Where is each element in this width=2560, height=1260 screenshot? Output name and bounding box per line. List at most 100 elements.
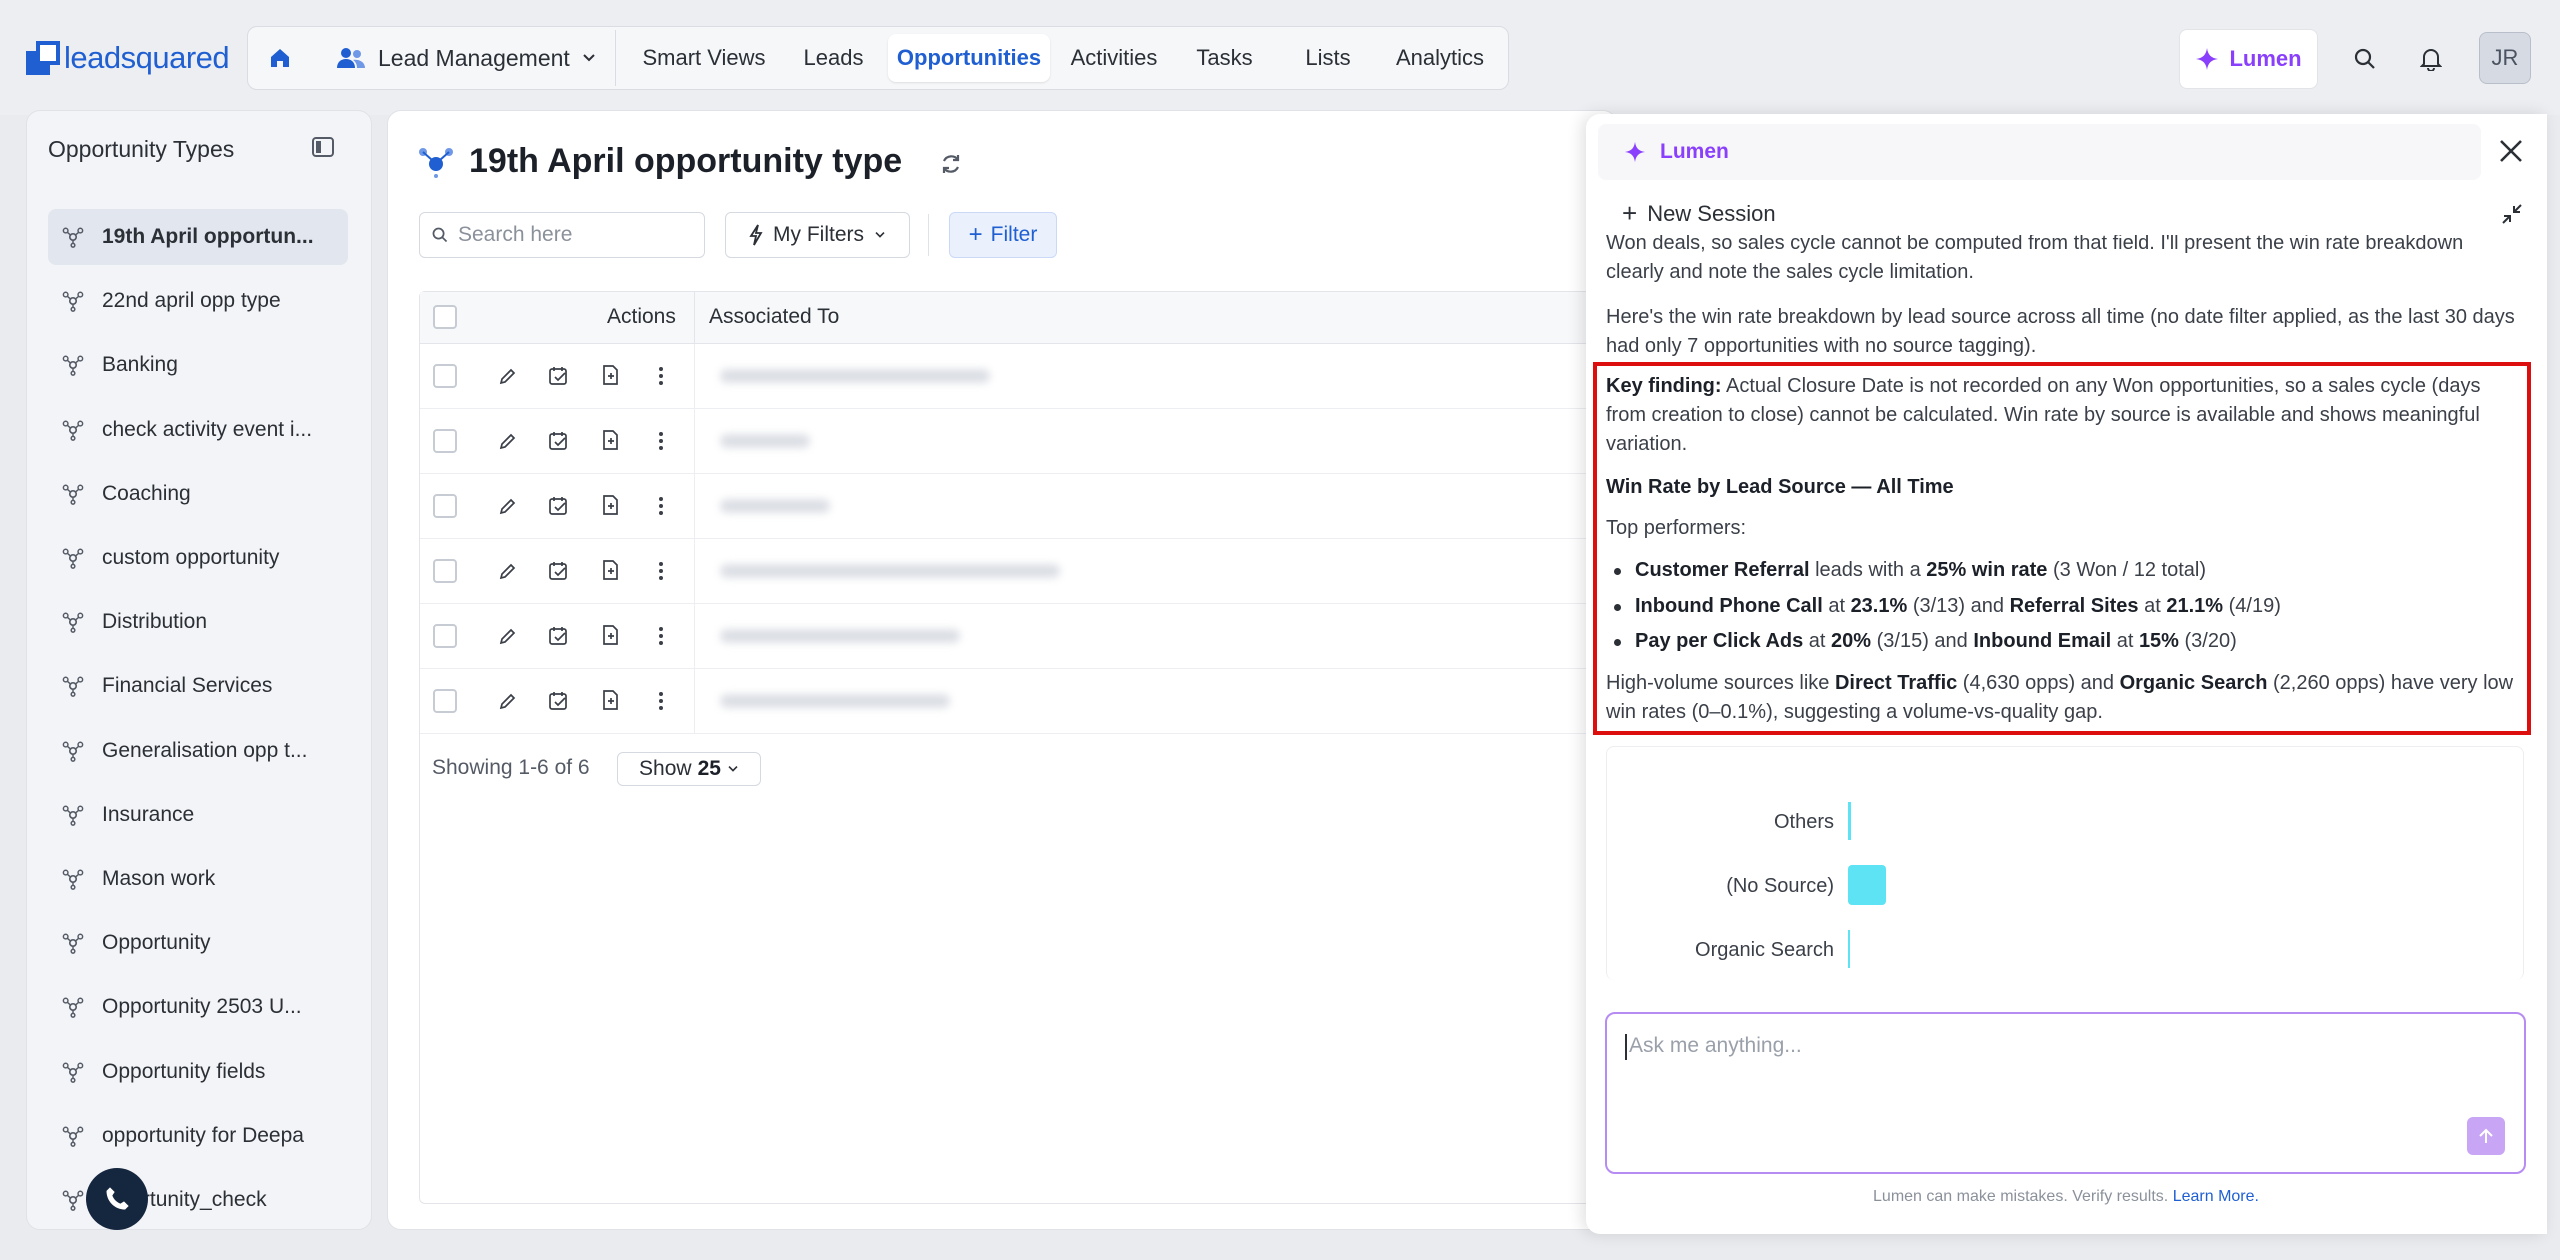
row-checkbox[interactable]	[433, 559, 457, 583]
close-icon[interactable]	[2496, 136, 2526, 172]
opportunity-type-icon	[62, 1125, 84, 1147]
sidebar-item[interactable]: opportunity for Deepa	[48, 1108, 348, 1164]
add-activity-icon[interactable]	[548, 625, 570, 647]
tab-opportunities[interactable]: Opportunities	[888, 34, 1050, 82]
select-all-checkbox[interactable]	[433, 305, 457, 329]
table-header: Actions Associated To	[420, 292, 1598, 344]
search-icon[interactable]	[2345, 39, 2385, 79]
more-actions-icon[interactable]	[658, 626, 680, 648]
message-text: Won deals, so sales cycle cannot be comp…	[1606, 235, 2464, 283]
module-switcher[interactable]: Lead Management	[322, 30, 616, 86]
table-row[interactable]	[420, 344, 1598, 409]
phone-call-button[interactable]	[86, 1168, 148, 1230]
edit-icon[interactable]	[498, 561, 520, 583]
sidebar-item[interactable]: Banking	[48, 337, 348, 393]
opportunity-type-icon	[62, 675, 84, 698]
collapse-sidebar-icon[interactable]	[312, 137, 336, 161]
arrow-up-icon	[2479, 1128, 2493, 1143]
add-activity-icon[interactable]	[548, 495, 570, 517]
table-row[interactable]	[420, 474, 1598, 539]
user-avatar[interactable]: JR	[2479, 32, 2531, 84]
sidebar-item[interactable]: Insurance	[48, 787, 348, 843]
lumen-button[interactable]: Lumen	[2179, 29, 2318, 89]
add-task-icon[interactable]	[600, 429, 622, 451]
search-input[interactable]: Search here	[419, 212, 705, 258]
send-button[interactable]	[2467, 1117, 2505, 1155]
column-divider	[694, 604, 695, 668]
table-row[interactable]	[420, 604, 1598, 669]
add-activity-icon[interactable]	[548, 430, 570, 452]
win-rate-chart: Others (No Source) Organic Search	[1606, 746, 2524, 980]
more-actions-icon[interactable]	[658, 366, 680, 388]
sidebar-item[interactable]: Opportunity 2503 U...	[48, 979, 348, 1035]
tab-analytics[interactable]: Analytics	[1380, 34, 1500, 82]
associated-to-value[interactable]	[720, 564, 1060, 578]
more-actions-icon[interactable]	[658, 431, 680, 453]
sidebar-item[interactable]: Financial Services	[48, 658, 348, 714]
row-checkbox[interactable]	[433, 689, 457, 713]
row-checkbox[interactable]	[433, 624, 457, 648]
highlight-box	[1593, 362, 2531, 735]
chart-bar	[1848, 802, 1852, 840]
edit-icon[interactable]	[498, 366, 520, 388]
sidebar-item[interactable]: Coaching	[48, 466, 348, 522]
row-checkbox[interactable]	[433, 429, 457, 453]
more-actions-icon[interactable]	[658, 561, 680, 583]
edit-icon[interactable]	[498, 431, 520, 453]
more-actions-icon[interactable]	[658, 691, 680, 713]
add-task-icon[interactable]	[600, 624, 622, 646]
my-filters-dropdown[interactable]: My Filters	[725, 212, 910, 258]
sidebar-item[interactable]: Opportunity	[48, 915, 348, 971]
edit-icon[interactable]	[498, 626, 520, 648]
tab-activities[interactable]: Activities	[1058, 34, 1170, 82]
chat-input[interactable]: Ask me anything...	[1605, 1012, 2526, 1174]
table-row[interactable]	[420, 669, 1598, 734]
sidebar-item[interactable]: custom opportunity	[48, 530, 348, 586]
tab-lists[interactable]: Lists	[1287, 34, 1369, 82]
tab-leads[interactable]: Leads	[791, 34, 876, 82]
add-activity-icon[interactable]	[548, 560, 570, 582]
edit-icon[interactable]	[498, 691, 520, 713]
lumen-session-tab[interactable]: Lumen	[1598, 124, 2481, 180]
sidebar-item[interactable]: Mason work	[48, 851, 348, 907]
table-row[interactable]	[420, 409, 1598, 474]
add-activity-icon[interactable]	[548, 690, 570, 712]
add-task-icon[interactable]	[600, 364, 622, 386]
table-row[interactable]	[420, 539, 1598, 604]
collapse-icon[interactable]	[2500, 202, 2524, 232]
tab-smart-views[interactable]: Smart Views	[627, 34, 781, 82]
sidebar-item[interactable]: 19th April opportun...	[48, 209, 348, 265]
row-checkbox[interactable]	[433, 364, 457, 388]
home-icon[interactable]	[262, 40, 298, 76]
sidebar-item[interactable]: Distribution	[48, 594, 348, 650]
sidebar-item[interactable]: check activity event i...	[48, 402, 348, 458]
page-size-select[interactable]: Show 25	[617, 752, 761, 786]
sidebar-item-label: Opportunity	[102, 931, 211, 955]
add-activity-icon[interactable]	[548, 365, 570, 387]
associated-to-value[interactable]	[720, 629, 960, 643]
edit-icon[interactable]	[498, 496, 520, 518]
add-task-icon[interactable]	[600, 494, 622, 516]
associated-to-value[interactable]	[720, 434, 810, 448]
brand-logo[interactable]: leadsquared	[26, 40, 230, 76]
associated-to-value[interactable]	[720, 694, 950, 708]
associated-to-value[interactable]	[720, 369, 990, 383]
column-divider	[694, 669, 695, 733]
add-task-icon[interactable]	[600, 689, 622, 711]
learn-more-link[interactable]: Learn More.	[2173, 1188, 2259, 1205]
bell-icon[interactable]	[2411, 39, 2451, 79]
add-filter-button[interactable]: + Filter	[949, 212, 1057, 258]
new-session-button[interactable]: + New Session	[1622, 198, 1776, 229]
opportunity-type-icon	[62, 996, 84, 1019]
page-title: 19th April opportunity type	[469, 142, 903, 180]
row-checkbox[interactable]	[433, 494, 457, 518]
tab-tasks[interactable]: Tasks	[1182, 34, 1267, 82]
sidebar-item[interactable]: 22nd april opp type	[48, 273, 348, 329]
associated-to-value[interactable]	[720, 499, 830, 513]
sidebar-item[interactable]: Opportunity fields	[48, 1044, 348, 1100]
refresh-icon[interactable]	[939, 152, 963, 182]
more-actions-icon[interactable]	[658, 496, 680, 518]
sidebar-item[interactable]: Generalisation opp t...	[48, 723, 348, 779]
add-task-icon[interactable]	[600, 559, 622, 581]
sidebar-item-label: Mason work	[102, 867, 216, 890]
